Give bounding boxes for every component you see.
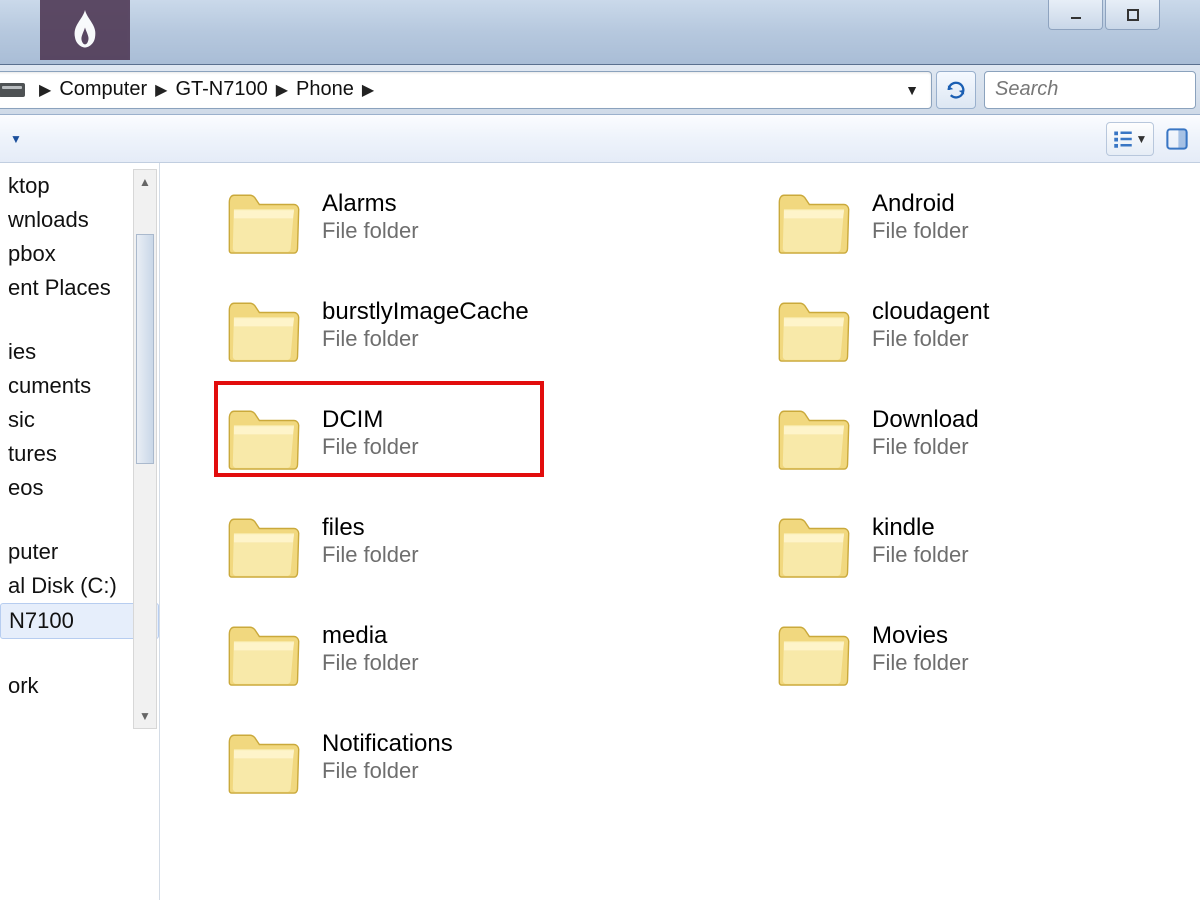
chevron-down-icon: ▼ bbox=[1136, 132, 1148, 146]
flame-icon bbox=[68, 10, 102, 50]
folder-name: Download bbox=[872, 406, 979, 434]
folder-name: media bbox=[322, 622, 419, 650]
breadcrumb-separator-icon: ▶ bbox=[155, 80, 167, 100]
folder-type: File folder bbox=[872, 650, 969, 676]
breadcrumb-item[interactable]: Computer bbox=[59, 78, 147, 101]
folder-item[interactable]: kindleFile folder bbox=[770, 491, 1200, 591]
folder-name: Alarms bbox=[322, 190, 419, 218]
folder-name: Notifications bbox=[322, 730, 453, 758]
folder-name: Android bbox=[872, 190, 969, 218]
breadcrumb-separator-icon: ▶ bbox=[39, 80, 51, 100]
organize-menu-button[interactable]: ▼ bbox=[6, 132, 22, 146]
address-bar-row: ▶ Computer ▶ GT-N7100 ▶ Phone ▶ ▼ Search bbox=[0, 65, 1200, 115]
folder-type: File folder bbox=[322, 218, 419, 244]
folder-icon bbox=[224, 501, 304, 581]
window-titlebar bbox=[0, 0, 1200, 65]
folder-icon bbox=[774, 393, 854, 473]
folder-icon bbox=[224, 717, 304, 797]
refresh-button[interactable] bbox=[936, 71, 976, 109]
folder-item[interactable]: burstlyImageCacheFile folder bbox=[220, 275, 720, 375]
folder-icon bbox=[224, 285, 304, 365]
minimize-button[interactable] bbox=[1048, 0, 1103, 30]
highlight-box bbox=[214, 381, 544, 477]
folder-name: burstlyImageCache bbox=[322, 298, 529, 326]
folder-name: Movies bbox=[872, 622, 969, 650]
folder-icon bbox=[774, 609, 854, 689]
folder-item[interactable]: NotificationsFile folder bbox=[220, 707, 720, 807]
app-badge bbox=[40, 0, 130, 60]
breadcrumb-separator-icon: ▶ bbox=[362, 80, 374, 100]
folder-type: File folder bbox=[322, 542, 419, 568]
folder-item[interactable]: DownloadFile folder bbox=[770, 383, 1200, 483]
folder-item[interactable]: filesFile folder bbox=[220, 491, 720, 591]
folder-name: cloudagent bbox=[872, 298, 989, 326]
folder-icon bbox=[224, 177, 304, 257]
folder-icon bbox=[774, 285, 854, 365]
folder-item[interactable]: MoviesFile folder bbox=[770, 599, 1200, 699]
toolbar: ▼ ▼ bbox=[0, 115, 1200, 163]
folder-icon bbox=[774, 177, 854, 257]
maximize-button[interactable] bbox=[1105, 0, 1160, 30]
folder-type: File folder bbox=[872, 218, 969, 244]
folder-name: kindle bbox=[872, 514, 969, 542]
scrollbar-track[interactable] bbox=[134, 194, 156, 704]
scrollbar-thumb[interactable] bbox=[136, 234, 154, 464]
view-options-button[interactable]: ▼ bbox=[1106, 122, 1154, 156]
search-placeholder: Search bbox=[995, 78, 1058, 101]
folder-type: File folder bbox=[872, 434, 979, 460]
search-input[interactable]: Search bbox=[984, 71, 1196, 109]
breadcrumb-item[interactable]: Phone bbox=[296, 78, 354, 101]
folder-icon bbox=[774, 501, 854, 581]
breadcrumb-separator-icon: ▶ bbox=[276, 80, 288, 100]
preview-pane-icon[interactable] bbox=[1166, 128, 1188, 150]
folder-item[interactable]: mediaFile folder bbox=[220, 599, 720, 699]
address-bar[interactable]: ▶ Computer ▶ GT-N7100 ▶ Phone ▶ ▼ bbox=[0, 71, 932, 109]
address-dropdown-icon[interactable]: ▼ bbox=[899, 82, 925, 98]
file-list: AlarmsFile folderburstlyImageCacheFile f… bbox=[160, 163, 1200, 900]
scroll-up-icon[interactable]: ▲ bbox=[134, 170, 156, 194]
folder-type: File folder bbox=[322, 650, 419, 676]
scroll-down-icon[interactable]: ▼ bbox=[134, 704, 156, 728]
sidebar-scrollbar[interactable]: ▲ ▼ bbox=[133, 169, 157, 729]
refresh-icon bbox=[945, 79, 967, 101]
folder-type: File folder bbox=[322, 326, 529, 352]
folder-item[interactable]: AndroidFile folder bbox=[770, 167, 1200, 267]
folder-name: files bbox=[322, 514, 419, 542]
list-view-icon bbox=[1113, 129, 1133, 149]
device-icon bbox=[0, 83, 25, 97]
folder-type: File folder bbox=[322, 758, 453, 784]
folder-item[interactable]: AlarmsFile folder bbox=[220, 167, 720, 267]
folder-item[interactable]: cloudagentFile folder bbox=[770, 275, 1200, 375]
navigation-sidebar: ktopwnloadspboxent Placesiescumentssictu… bbox=[0, 163, 160, 900]
folder-type: File folder bbox=[872, 542, 969, 568]
folder-type: File folder bbox=[872, 326, 989, 352]
chevron-down-icon: ▼ bbox=[10, 132, 22, 146]
breadcrumb-item[interactable]: GT-N7100 bbox=[175, 78, 267, 101]
folder-icon bbox=[224, 609, 304, 689]
